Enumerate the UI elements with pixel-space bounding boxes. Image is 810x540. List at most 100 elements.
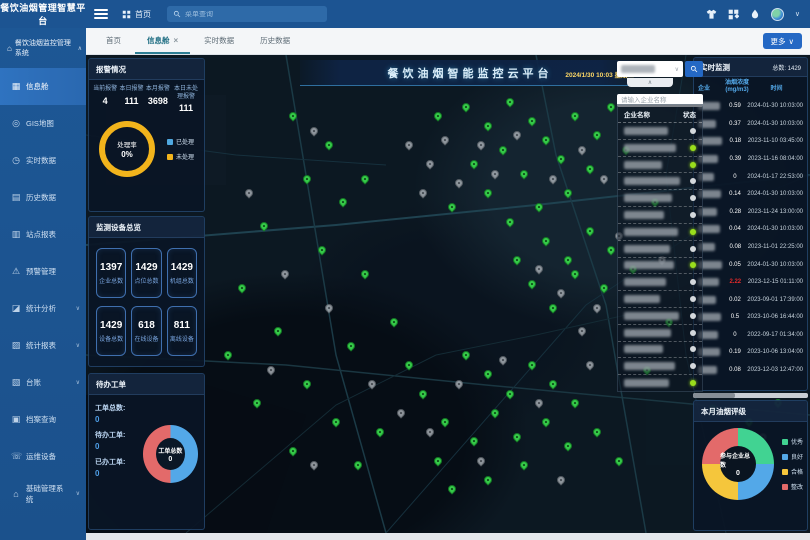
map-pin-green[interactable]: [258, 221, 269, 232]
table-row[interactable]: 0.022023-09-01 17:39:00: [694, 291, 807, 309]
map-pin-green[interactable]: [222, 350, 233, 361]
map-pin-green[interactable]: [591, 426, 602, 437]
map-pin-green[interactable]: [461, 350, 472, 361]
map-pin-gray[interactable]: [425, 158, 436, 169]
map-pin-green[interactable]: [432, 111, 443, 122]
map-pin-green[interactable]: [540, 417, 551, 428]
sidebar-item-gis-map[interactable]: ◎GIS地图: [0, 105, 86, 142]
map-pin-green[interactable]: [606, 245, 617, 256]
company-list-item[interactable]: [618, 308, 702, 325]
table-row[interactable]: 0.082023-12-03 12:47:00: [694, 361, 807, 379]
sidebar-item-realtime-data[interactable]: ◷实时数据: [0, 142, 86, 179]
company-list-item[interactable]: [618, 140, 702, 157]
table-row[interactable]: 0.042024-01-30 10:03:00: [694, 221, 807, 239]
map-pin-gray[interactable]: [475, 139, 486, 150]
map-pin-green[interactable]: [432, 455, 443, 466]
company-list-item[interactable]: [618, 190, 702, 207]
map-pin-gray[interactable]: [511, 130, 522, 141]
map-pin-green[interactable]: [591, 130, 602, 141]
company-list-item[interactable]: [618, 375, 702, 391]
table-row[interactable]: 0.52023-10-06 16:44:00: [694, 309, 807, 327]
map-pin-green[interactable]: [511, 431, 522, 442]
map-pin-green[interactable]: [483, 369, 494, 380]
map-pin-green[interactable]: [352, 460, 363, 471]
map-pin-gray[interactable]: [490, 168, 501, 179]
sidebar-item-warning-mgmt[interactable]: ⚠预警管理: [0, 253, 86, 290]
map-pin-green[interactable]: [584, 225, 595, 236]
map-pin-gray[interactable]: [584, 359, 595, 370]
map-pin-gray[interactable]: [591, 302, 602, 313]
map-pin-green[interactable]: [613, 455, 624, 466]
table-row[interactable]: 02024-01-17 22:53:00: [694, 168, 807, 186]
map-pin-gray[interactable]: [454, 178, 465, 189]
table-row[interactable]: 0.052024-01-30 10:03:00: [694, 256, 807, 274]
map-pin-green[interactable]: [569, 397, 580, 408]
map-pin-green[interactable]: [323, 139, 334, 150]
map-pin-green[interactable]: [569, 268, 580, 279]
avatar[interactable]: [771, 8, 784, 21]
map-pin-green[interactable]: [562, 441, 573, 452]
table-row[interactable]: 0.182023-11-10 03:45:00: [694, 133, 807, 151]
map-pin-gray[interactable]: [475, 455, 486, 466]
map-pin-gray[interactable]: [425, 426, 436, 437]
map-pin-green[interactable]: [497, 144, 508, 155]
apps-icon[interactable]: [728, 9, 739, 20]
company-list-item[interactable]: [618, 342, 702, 359]
map-pin-green[interactable]: [540, 135, 551, 146]
menu-search-box[interactable]: [167, 6, 327, 22]
company-list-item[interactable]: [618, 325, 702, 342]
map-pin-green[interactable]: [388, 316, 399, 327]
company-list-item[interactable]: [618, 291, 702, 308]
map-pin-green[interactable]: [316, 245, 327, 256]
map-pin-gray[interactable]: [367, 378, 378, 389]
map-pin-green[interactable]: [526, 278, 537, 289]
map-pin-green[interactable]: [439, 417, 450, 428]
map-pin-green[interactable]: [287, 445, 298, 456]
map-pin-gray[interactable]: [323, 302, 334, 313]
map-pin-gray[interactable]: [244, 187, 255, 198]
sidebar-item-archive-query[interactable]: ▣档案查询: [0, 401, 86, 438]
tab-home[interactable]: 首页: [94, 28, 133, 54]
map-pin-gray[interactable]: [403, 139, 414, 150]
map-pin-green[interactable]: [504, 216, 515, 227]
table-row[interactable]: 0.082023-11-01 22:25:00: [694, 238, 807, 256]
map-pin-gray[interactable]: [577, 326, 588, 337]
table-row[interactable]: 0.372024-01-30 10:03:00: [694, 115, 807, 133]
sidebar-item-site-report[interactable]: ▥站点报表: [0, 216, 86, 253]
map-pin-gray[interactable]: [497, 354, 508, 365]
company-search-button[interactable]: [685, 61, 703, 77]
map-pin-green[interactable]: [483, 474, 494, 485]
map-pin-green[interactable]: [490, 407, 501, 418]
map-pin-green[interactable]: [468, 158, 479, 169]
more-button[interactable]: 更多 ∨: [763, 33, 803, 49]
map-pin-gray[interactable]: [439, 135, 450, 146]
chevron-down-icon[interactable]: ∨: [795, 10, 800, 18]
company-list-item[interactable]: [618, 123, 702, 140]
scrollbar-thumb[interactable]: [693, 393, 735, 398]
map-pin-green[interactable]: [504, 96, 515, 107]
map-dashboard[interactable]: 餐饮油烟智能监控云平台 2024/1/30 10:03 星期二 报警情况 当前报…: [86, 55, 810, 533]
map-pin-green[interactable]: [526, 359, 537, 370]
map-pin-green[interactable]: [302, 173, 313, 184]
collapse-handle[interactable]: ∧: [627, 78, 673, 87]
map-pin-gray[interactable]: [417, 187, 428, 198]
map-pin-green[interactable]: [374, 426, 385, 437]
map-pin-green[interactable]: [511, 254, 522, 265]
company-list-item[interactable]: [618, 224, 702, 241]
map-pin-green[interactable]: [403, 359, 414, 370]
company-list-item[interactable]: [618, 274, 702, 291]
menu-search-input[interactable]: [185, 11, 321, 18]
hamburger-menu-icon[interactable]: [94, 9, 108, 19]
map-pin-green[interactable]: [251, 397, 262, 408]
sidebar-item-stat-report[interactable]: ▨统计报表∨: [0, 327, 86, 364]
map-pin-green[interactable]: [533, 202, 544, 213]
map-pin-gray[interactable]: [533, 264, 544, 275]
map-pin-green[interactable]: [519, 460, 530, 471]
map-pin-gray[interactable]: [265, 364, 276, 375]
map-pin-green[interactable]: [504, 388, 515, 399]
company-list-item[interactable]: [618, 157, 702, 174]
map-pin-green[interactable]: [584, 163, 595, 174]
map-pin-gray[interactable]: [309, 125, 320, 136]
map-pin-gray[interactable]: [309, 460, 320, 471]
map-pin-green[interactable]: [461, 101, 472, 112]
